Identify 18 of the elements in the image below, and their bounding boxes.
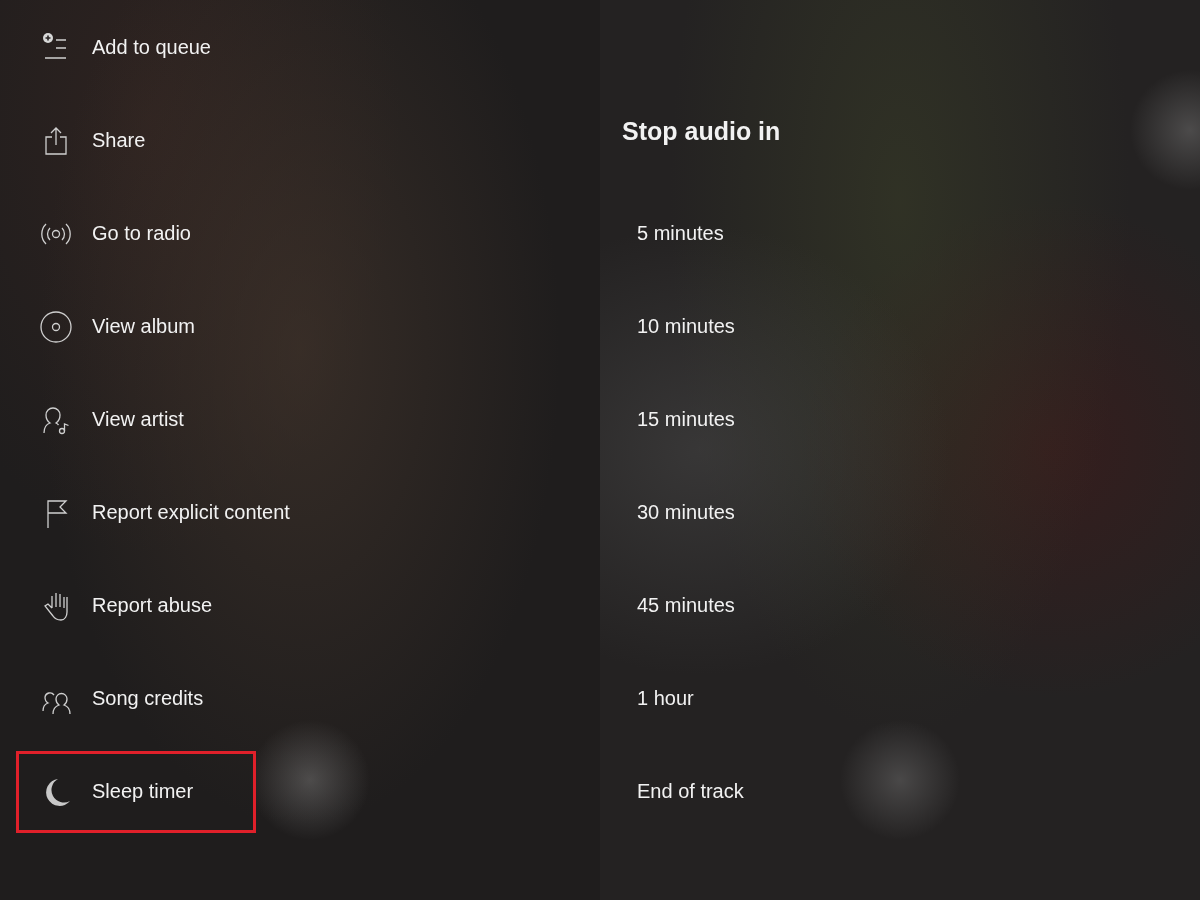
menu-item[interactable]: View album — [16, 285, 256, 368]
timer-option[interactable]: End of track — [637, 776, 744, 807]
timer-option[interactable]: 1 hour — [637, 683, 694, 714]
timer-option[interactable]: 5 minutes — [637, 218, 724, 249]
timer-option[interactable]: 10 minutes — [637, 311, 735, 342]
menu-item[interactable]: Song credits — [16, 657, 256, 740]
timer-option[interactable]: 45 minutes — [637, 590, 735, 621]
menu-item[interactable]: Go to radio — [16, 192, 256, 275]
menu-item[interactable]: Report abuse — [16, 564, 256, 647]
menu-item[interactable]: View artist — [16, 378, 256, 461]
menu-item[interactable]: Share — [16, 99, 256, 182]
timer-option[interactable]: 15 minutes — [637, 404, 735, 435]
menu-item[interactable]: Add to queue — [16, 6, 256, 89]
menu-item[interactable]: Sleep timer — [16, 750, 256, 833]
menu-item[interactable]: Report explicit content — [16, 471, 314, 554]
timer-option[interactable]: 30 minutes — [637, 497, 735, 528]
sheet-title: Stop audio in — [622, 116, 782, 147]
disc-icon — [40, 310, 72, 343]
